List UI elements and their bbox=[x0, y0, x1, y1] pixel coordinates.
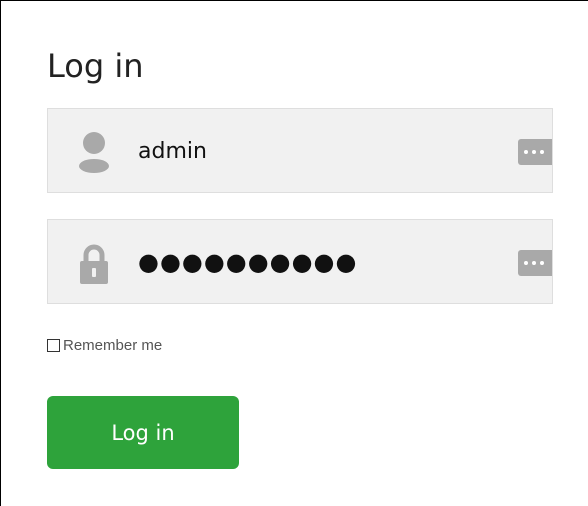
username-input[interactable] bbox=[138, 129, 508, 173]
password-manager-icon[interactable] bbox=[518, 139, 552, 165]
login-button[interactable]: Log in bbox=[47, 396, 239, 469]
user-icon bbox=[78, 130, 110, 174]
lock-icon bbox=[78, 241, 110, 285]
password-field[interactable] bbox=[47, 219, 553, 304]
password-input[interactable] bbox=[138, 240, 508, 284]
login-panel: Log in Remember me bbox=[0, 0, 588, 506]
remember-me-label: Remember me bbox=[63, 336, 163, 354]
checkbox-square[interactable] bbox=[47, 338, 60, 352]
remember-me-checkbox[interactable]: Remember me bbox=[47, 335, 162, 355]
password-manager-icon[interactable] bbox=[518, 250, 552, 276]
page-title: Log in bbox=[47, 47, 144, 85]
username-field[interactable] bbox=[47, 108, 553, 193]
